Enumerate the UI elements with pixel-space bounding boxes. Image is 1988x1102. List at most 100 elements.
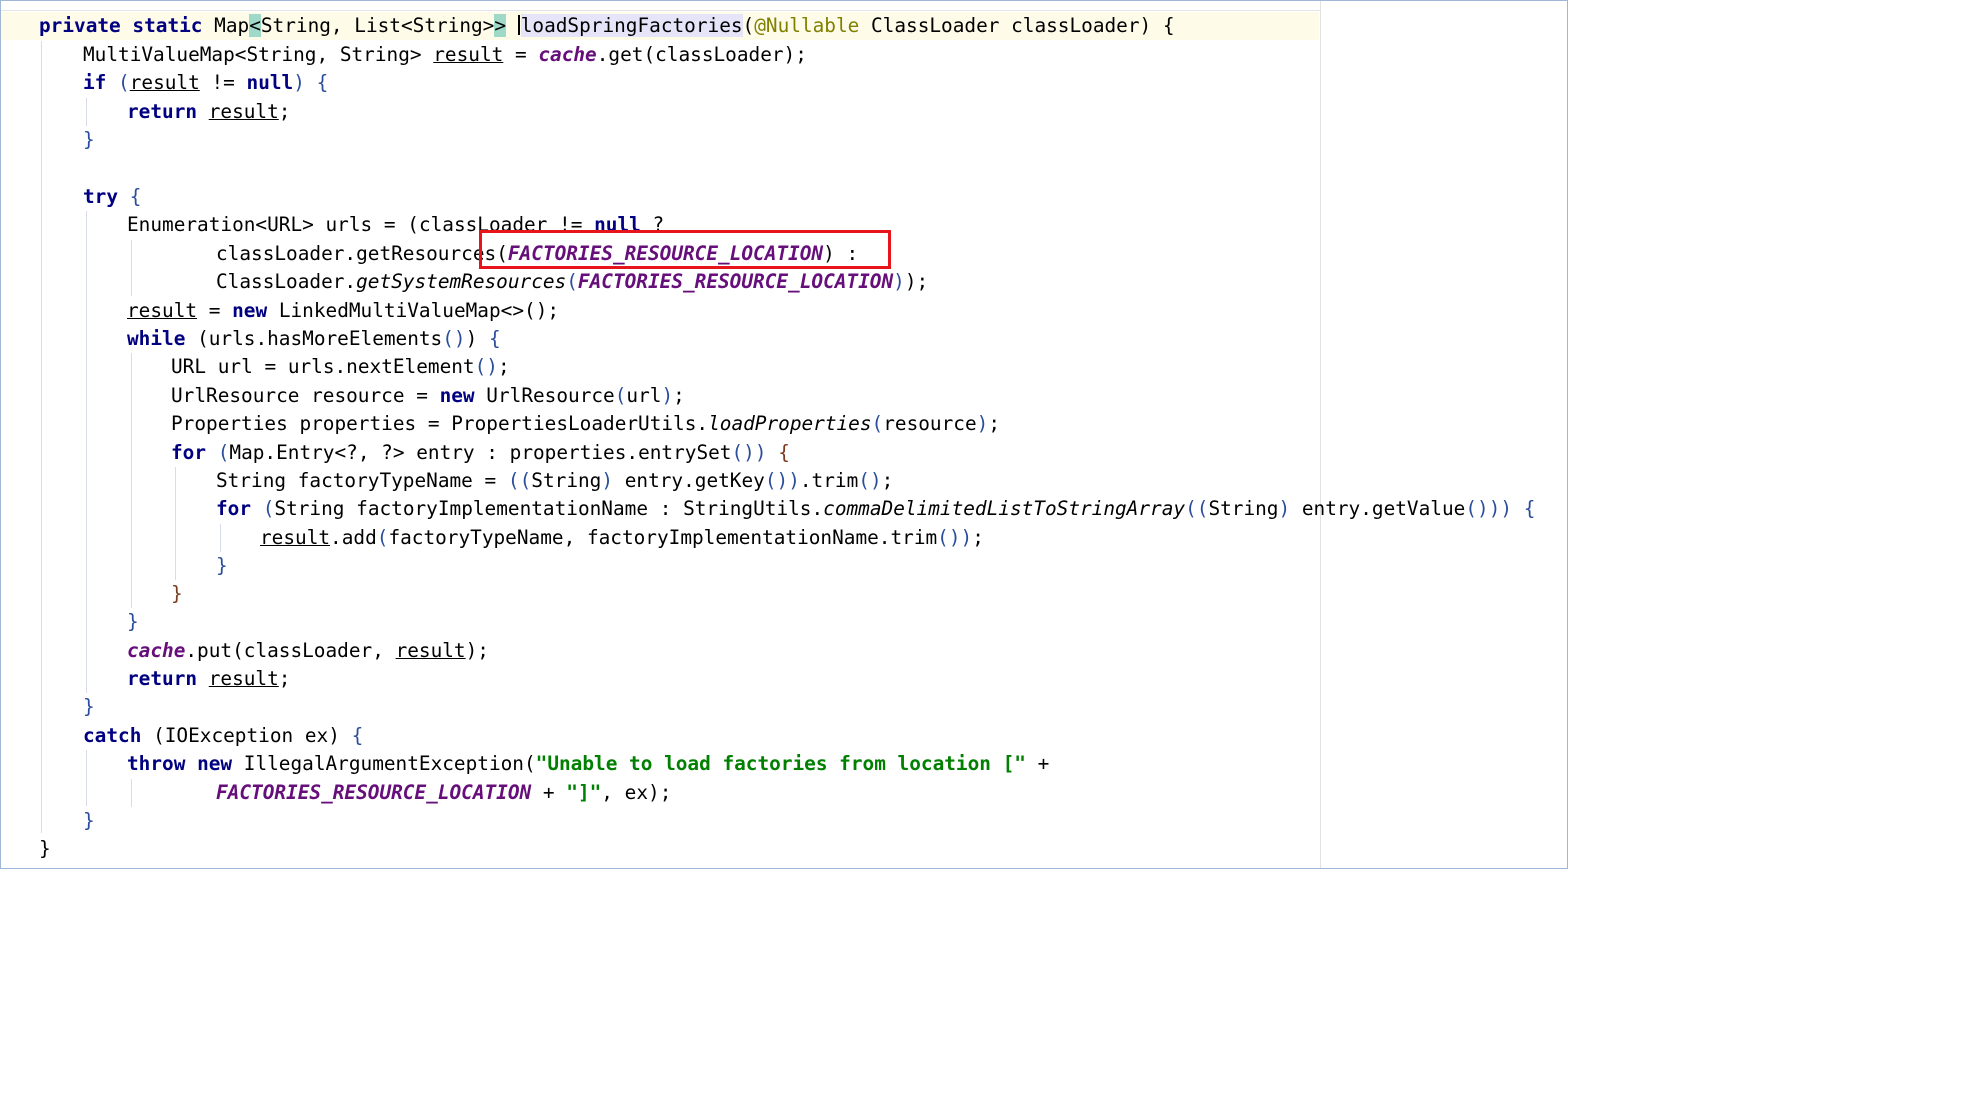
type-name: IllegalArgumentException xyxy=(243,752,524,775)
code-line[interactable]: if (result != null) { xyxy=(83,69,328,97)
method-call: entry.getKey xyxy=(624,469,765,492)
method-call: factoryImplementationName.trim xyxy=(586,526,938,549)
code-line[interactable]: UrlResource resource = new UrlResource(u… xyxy=(171,382,685,410)
operator: = xyxy=(208,299,221,322)
code-line[interactable]: return result; xyxy=(127,665,290,693)
indent-guide xyxy=(131,353,132,608)
argument: resource xyxy=(883,412,977,435)
type-name: String xyxy=(274,497,345,520)
variable-urls: urls xyxy=(325,213,373,236)
comma: , xyxy=(601,781,613,804)
semicolon: ; xyxy=(795,43,807,66)
variable-result: result xyxy=(208,667,279,690)
code-editor[interactable]: private static Map<String, List<String>>… xyxy=(0,0,1568,869)
code-line[interactable]: result.add(factoryTypeName, factoryImple… xyxy=(260,524,984,552)
comma: , xyxy=(372,639,384,662)
code-line[interactable]: } xyxy=(83,693,95,721)
code-line[interactable]: } xyxy=(39,835,51,863)
code-line[interactable]: return result; xyxy=(127,98,290,126)
code-line[interactable]: String factoryTypeName = ((String) entry… xyxy=(216,467,893,495)
type-name: String xyxy=(216,469,287,492)
code-line[interactable]: for (String factoryImplementationName : … xyxy=(216,495,1535,523)
method-call: .put xyxy=(185,639,233,662)
code-line[interactable]: URL url = urls.nextElement(); xyxy=(171,353,510,381)
semicolon: ; xyxy=(881,469,894,492)
type-name: Properties xyxy=(171,412,288,435)
code-line[interactable]: FACTORIES_RESOURCE_LOCATION + "]", ex); xyxy=(216,779,671,807)
paren: ( xyxy=(742,14,755,37)
type-name: LinkedMultiValueMap xyxy=(278,299,501,322)
paren: ( xyxy=(523,752,536,775)
paren: ) xyxy=(601,469,614,492)
paren: ( xyxy=(524,299,536,322)
semicolon: ; xyxy=(916,270,929,293)
semicolon: ; xyxy=(673,384,685,407)
method-call: urls.nextElement xyxy=(287,355,475,378)
paren: ( xyxy=(871,412,884,435)
semicolon: ; xyxy=(988,412,1001,435)
paren: ) xyxy=(1278,497,1291,520)
code-line[interactable]: } xyxy=(83,126,95,154)
type-name: ClassLoader xyxy=(871,14,1000,37)
keyword: return xyxy=(127,667,198,690)
paren: ) xyxy=(328,724,340,747)
paren: ) xyxy=(783,43,796,66)
code-line[interactable]: result = new LinkedMultiValueMap<>(); xyxy=(127,297,559,325)
paren: ) xyxy=(960,526,973,549)
paren: ) xyxy=(453,327,466,350)
code-line[interactable]: Properties properties = PropertiesLoader… xyxy=(171,410,1000,438)
operator: = xyxy=(484,469,497,492)
code-line[interactable]: for (Map.Entry<?, ?> entry : properties.… xyxy=(171,439,790,467)
code-line[interactable]: } xyxy=(127,608,139,636)
semicolon: ; xyxy=(547,299,560,322)
type-name: String xyxy=(531,469,602,492)
code-line[interactable]: } xyxy=(83,807,95,835)
indent-guide xyxy=(220,524,221,552)
code-line[interactable]: } xyxy=(216,552,228,580)
code-line-method-signature[interactable]: private static Map<String, List<String>>… xyxy=(39,12,1175,40)
code-line[interactable]: try { xyxy=(83,183,141,211)
keyword: catch xyxy=(83,724,142,747)
brace: { xyxy=(778,441,790,464)
paren: ( xyxy=(519,469,532,492)
semicolon: ; xyxy=(659,781,672,804)
code-line[interactable]: while (urls.hasMoreElements()) { xyxy=(127,325,501,353)
code-line[interactable]: MultiValueMap<String, String> result = c… xyxy=(83,41,807,69)
paren: ( xyxy=(407,213,419,236)
operator: : xyxy=(486,441,498,464)
brace: } xyxy=(171,582,183,605)
variable: properties xyxy=(299,412,417,435)
operator: + xyxy=(1037,752,1050,775)
paren: ( xyxy=(614,384,627,407)
operator: = xyxy=(416,384,428,407)
keyword: return xyxy=(127,100,198,123)
code-line[interactable]: throw new IllegalArgumentException("Unab… xyxy=(127,750,1049,778)
code-line[interactable]: catch (IOException ex) { xyxy=(83,722,363,750)
type-name: UrlResource xyxy=(171,384,300,407)
static-method-call: loadProperties xyxy=(708,412,872,435)
indent-guide xyxy=(41,41,42,833)
type-name: MultiValueMap<String, String> xyxy=(83,43,422,66)
indent-guide xyxy=(175,467,176,580)
paren: ( xyxy=(262,497,275,520)
method-name-load-spring-factories[interactable]: loadSpringFactories xyxy=(520,14,743,37)
indent-guide xyxy=(131,240,132,296)
keyword: for xyxy=(171,441,207,464)
brace: } xyxy=(83,695,95,718)
string-literal: "]" xyxy=(566,781,602,804)
code-line[interactable]: ClassLoader.getSystemResources(FACTORIES… xyxy=(216,268,928,296)
class-name: PropertiesLoaderUtils. xyxy=(451,412,709,435)
variable-result: result xyxy=(395,639,466,662)
brace: } xyxy=(127,610,139,633)
argument: url xyxy=(626,384,662,407)
type-name: URL xyxy=(171,355,207,378)
static-method-call: commaDelimitedListToStringArray xyxy=(823,497,1186,520)
paren: ) xyxy=(893,270,905,293)
type-name: Enumeration<URL> xyxy=(127,213,314,236)
code-line[interactable]: cache.put(classLoader, result); xyxy=(127,637,489,665)
code-line[interactable]: } xyxy=(171,580,183,608)
variable: ex xyxy=(304,724,329,747)
keyword: new xyxy=(232,299,268,322)
brace: } xyxy=(39,837,51,860)
operator: = xyxy=(514,43,527,66)
